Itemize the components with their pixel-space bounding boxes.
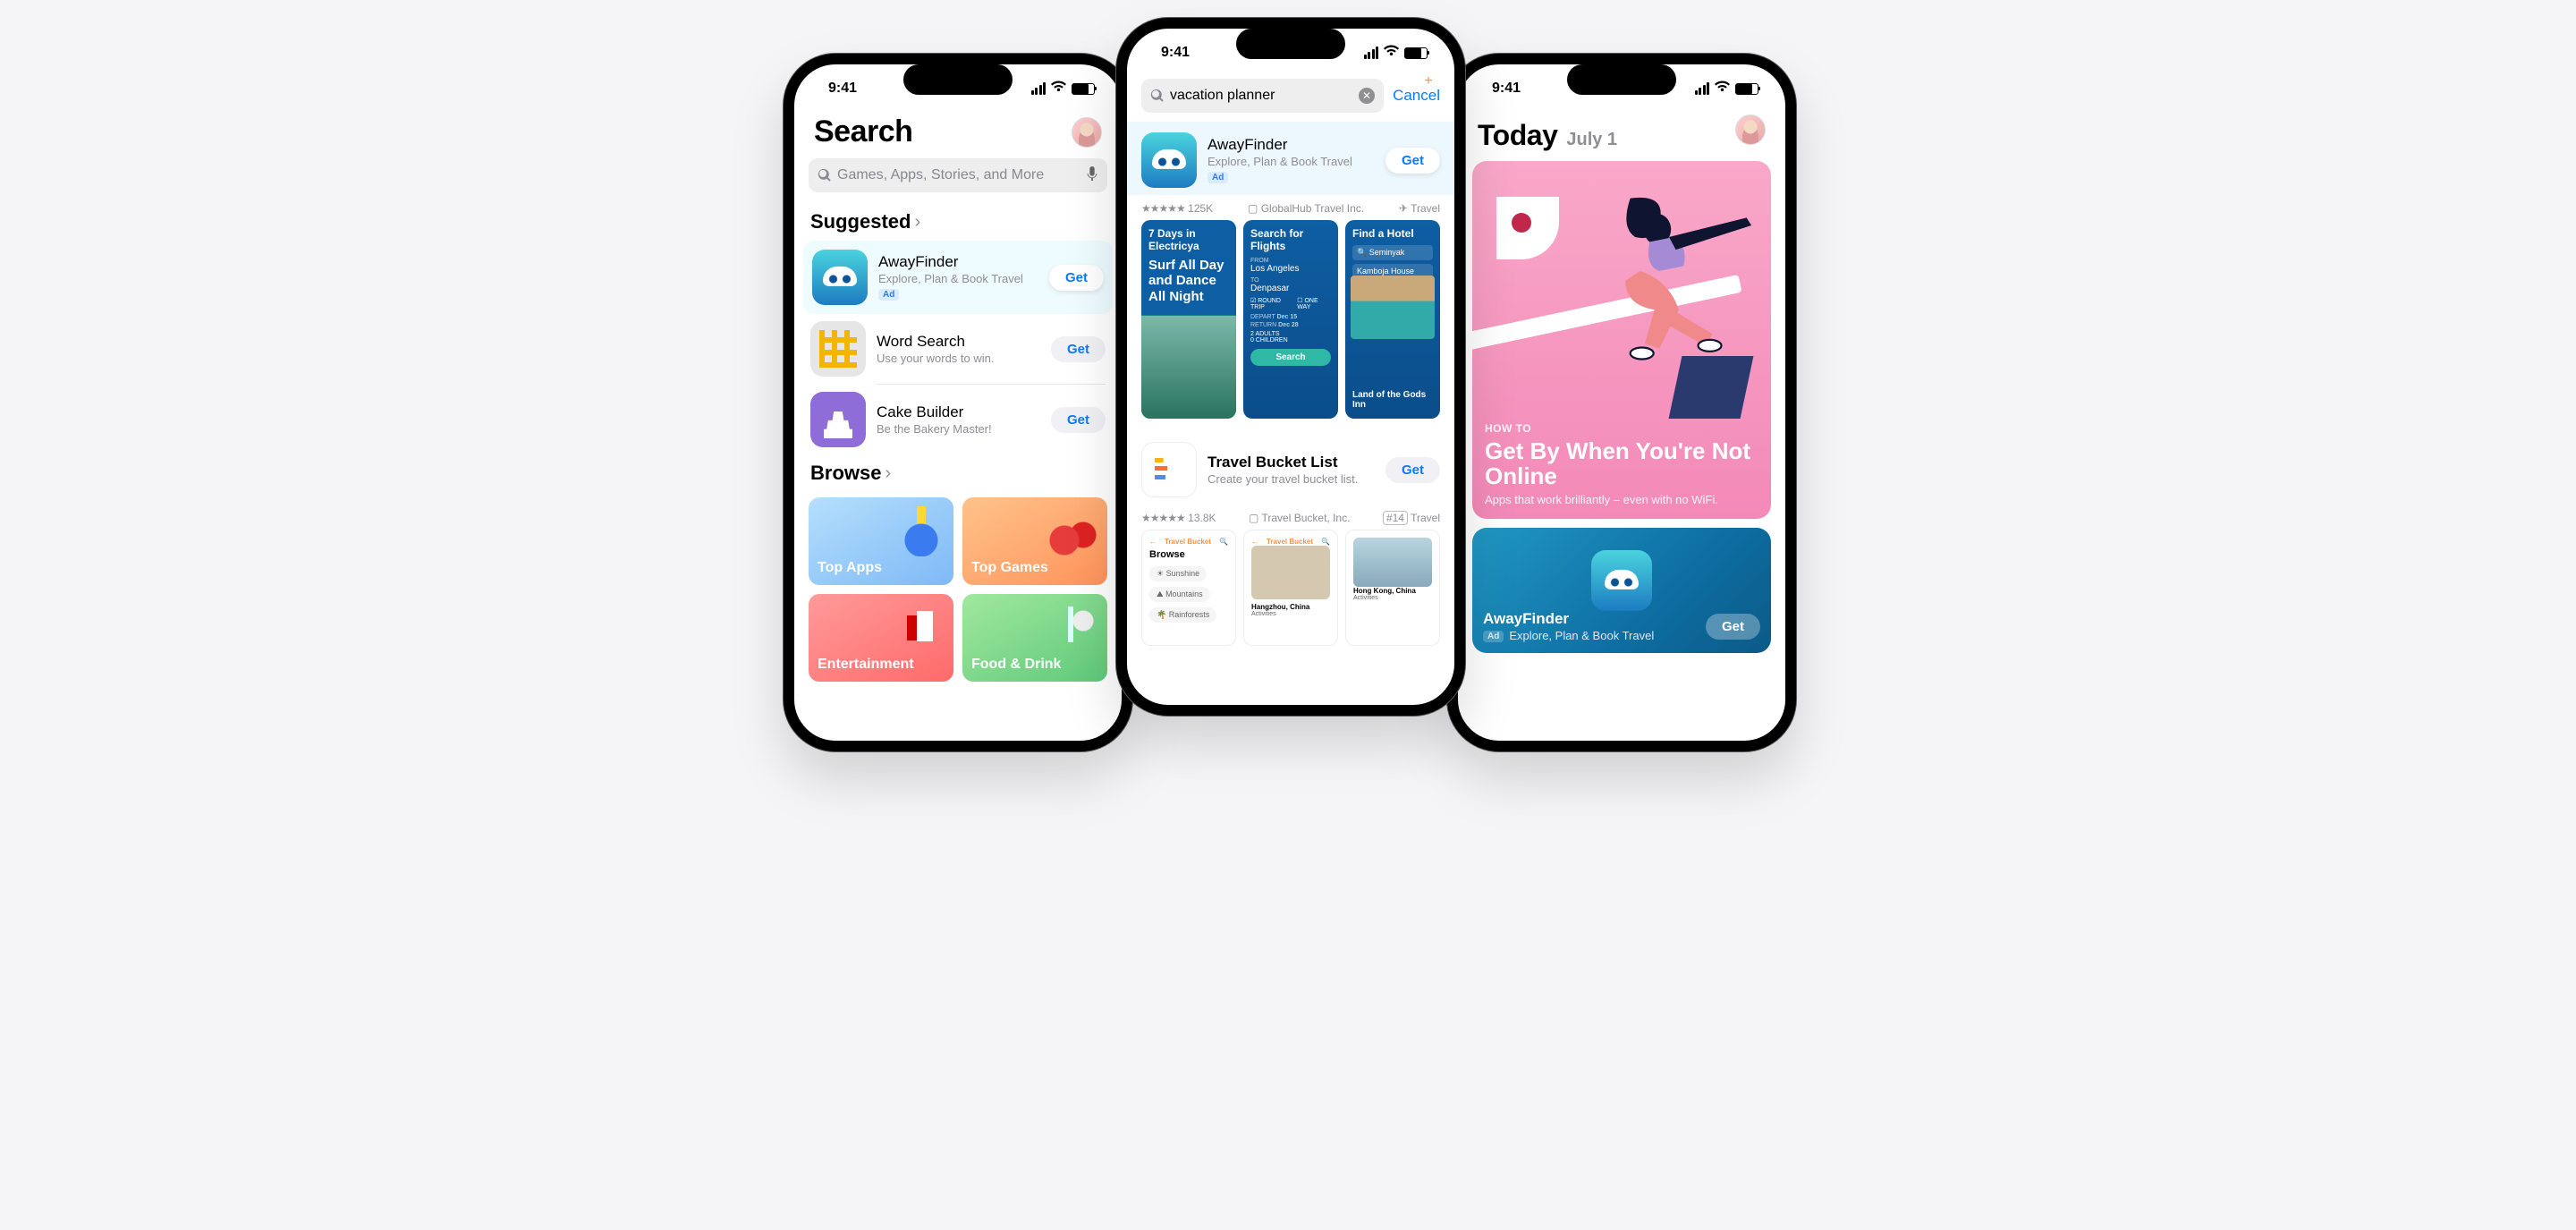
suggested-app-cakebuilder[interactable]: Cake Builder Be the Bakery Master! Get [794,385,1122,454]
hero-eyebrow: HOW TO [1485,422,1758,435]
notch [1236,29,1345,59]
app-icon-awayfinder [1141,132,1197,188]
page-title: Search [814,115,912,149]
battery-icon [1072,83,1095,95]
chevron-right-icon: › [914,212,920,233]
phone-results: 9:41 vacation planner ✕ Cancel AwayFinde… [1116,18,1465,716]
get-button[interactable]: Get [1385,457,1440,483]
category-label: ✈ Travel [1399,202,1440,215]
suggested-app-awayfinder[interactable]: AwayFinder Explore, Plan & Book Travel A… [803,241,1113,314]
app-icon-awayfinder [1591,550,1652,611]
sponsored-result: AwayFinder Explore, Plan & Book Travel A… [1127,122,1454,195]
screenshot2-3[interactable]: + Hong Kong, China Activities [1345,530,1440,646]
notch [1567,64,1676,95]
wifi-icon [1715,81,1730,97]
battery-icon [1404,47,1428,59]
app-icon-awayfinder [812,250,868,305]
cellular-icon [1695,82,1710,95]
get-button[interactable]: Get [1049,265,1104,291]
get-button[interactable]: Get [1385,148,1440,174]
suggested-app-wordsearch[interactable]: Word Search Use your words to win. Get [794,314,1122,384]
search-input[interactable]: Games, Apps, Stories, and More [809,158,1107,192]
get-button[interactable]: Get [1051,336,1106,362]
suggested-heading[interactable]: Suggested › [794,203,1122,241]
page-title: Today [1478,119,1557,152]
get-button[interactable]: Get [1051,407,1106,433]
search-input[interactable]: vacation planner ✕ [1141,79,1384,113]
phone-search: 9:41 Search Games, Apps, Stories, and Mo… [784,54,1132,751]
star-rating: ★★★★★ [1141,202,1185,215]
result-awayfinder[interactable]: AwayFinder Explore, Plan & Book Travel A… [1141,132,1440,188]
get-button[interactable]: Get [1706,614,1760,640]
screenshot-1[interactable]: 7 Days in Electricya Surf All Day and Da… [1141,220,1236,419]
ad-badge: Ad [878,289,899,301]
ad-badge: Ad [1483,631,1504,642]
result-travelbucket[interactable]: Travel Bucket List Create your travel bu… [1127,429,1454,505]
status-time: 9:41 [1161,45,1190,61]
status-time: 9:41 [828,81,857,97]
hero-subtitle: Apps that work brilliantly – even with n… [1485,493,1758,506]
cellular-icon [1031,82,1046,95]
today-hero-card[interactable]: HOW TO Get By When You're Not Online App… [1472,161,1771,519]
today-ad-banner[interactable]: AwayFinder AdExplore, Plan & Book Travel… [1472,528,1771,653]
screenshot-2[interactable]: Search for Flights FROM Los Angeles TO D… [1243,220,1338,419]
search-query: vacation planner [1170,88,1353,104]
account-avatar[interactable] [1072,117,1102,148]
browse-heading[interactable]: Browse › [794,454,1122,492]
wifi-icon [1384,45,1399,61]
browse-tile-top-apps[interactable]: Top Apps [809,497,953,585]
phone-today: 9:41 Today July 1 [1447,54,1796,751]
clear-icon[interactable]: ✕ [1359,88,1375,104]
screenshot-3[interactable]: Find a Hotel 🔍 Seminyak Kamboja House La… [1345,220,1440,419]
search-icon [818,168,832,182]
mic-icon[interactable] [1086,166,1098,185]
notch [903,64,1013,95]
browse-tile-top-games[interactable]: Top Games [962,497,1107,585]
chevron-right-icon: › [885,463,891,484]
account-avatar[interactable] [1735,115,1766,145]
cellular-icon [1364,47,1379,59]
screenshot2-1[interactable]: ←Travel Bucket🔍 Browse ☀ Sunshine ⛰ Moun… [1141,530,1236,646]
result-meta: ★★★★★ 125K ▢ GlobalHub Travel Inc. ✈ Tra… [1127,195,1454,220]
ad-badge: Ad [1208,172,1228,183]
result2-meta: ★★★★★ 13.8K ▢ Travel Bucket, Inc. #14 Tr… [1127,505,1454,530]
app-icon-travelbucket [1141,442,1197,497]
search-icon [1150,89,1165,103]
hero-illustration [1472,161,1771,519]
developer-label: ▢ GlobalHub Travel Inc. [1248,202,1364,215]
browse-tile-food-drink[interactable]: Food & Drink [962,594,1107,682]
app-icon-cakebuilder [810,392,866,447]
browse-tile-entertainment[interactable]: Entertainment [809,594,953,682]
search-placeholder: Games, Apps, Stories, and More [837,167,1080,183]
date-label: July 1 [1566,130,1617,150]
screenshot2-2[interactable]: ←Travel Bucket🔍 Hangzhou, China Activiti… [1243,530,1338,646]
wifi-icon [1051,81,1066,97]
battery-icon [1735,83,1758,95]
status-time: 9:41 [1492,81,1521,97]
app-icon-wordsearch [810,321,866,377]
